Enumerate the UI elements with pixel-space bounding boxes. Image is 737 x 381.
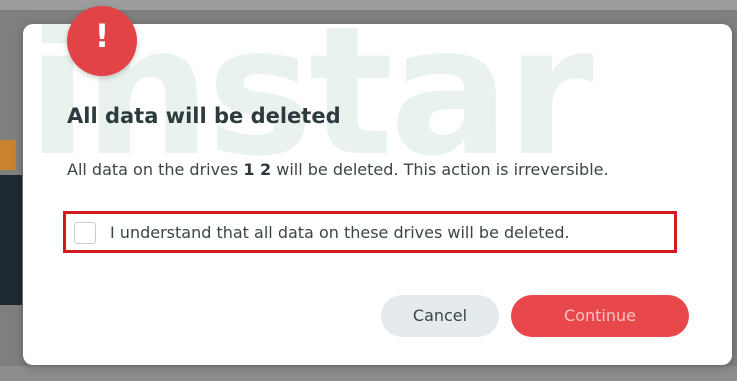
exclamation-mark: ! — [94, 17, 110, 55]
background-dark-shape — [0, 175, 22, 305]
confirm-checkbox[interactable] — [74, 222, 96, 244]
dialog-title: All data will be deleted — [67, 104, 341, 128]
delete-data-dialog: instar All data will be deleted All data… — [23, 24, 732, 365]
cancel-button[interactable]: Cancel — [381, 295, 499, 337]
background-footer-strip — [0, 366, 737, 381]
dialog-message: All data on the drives 1 2 will be delet… — [67, 158, 627, 182]
confirm-checkbox-label[interactable]: I understand that all data on these driv… — [110, 223, 570, 242]
alert-icon: ! — [67, 6, 137, 76]
continue-button[interactable]: Continue — [511, 295, 689, 337]
background-accent-shape — [0, 140, 16, 170]
message-suffix: will be deleted. This action is irrevers… — [271, 160, 609, 179]
drive-numbers: 1 2 — [243, 160, 272, 179]
confirm-checkbox-row[interactable]: I understand that all data on these driv… — [63, 211, 677, 253]
message-prefix: All data on the drives — [67, 160, 244, 179]
